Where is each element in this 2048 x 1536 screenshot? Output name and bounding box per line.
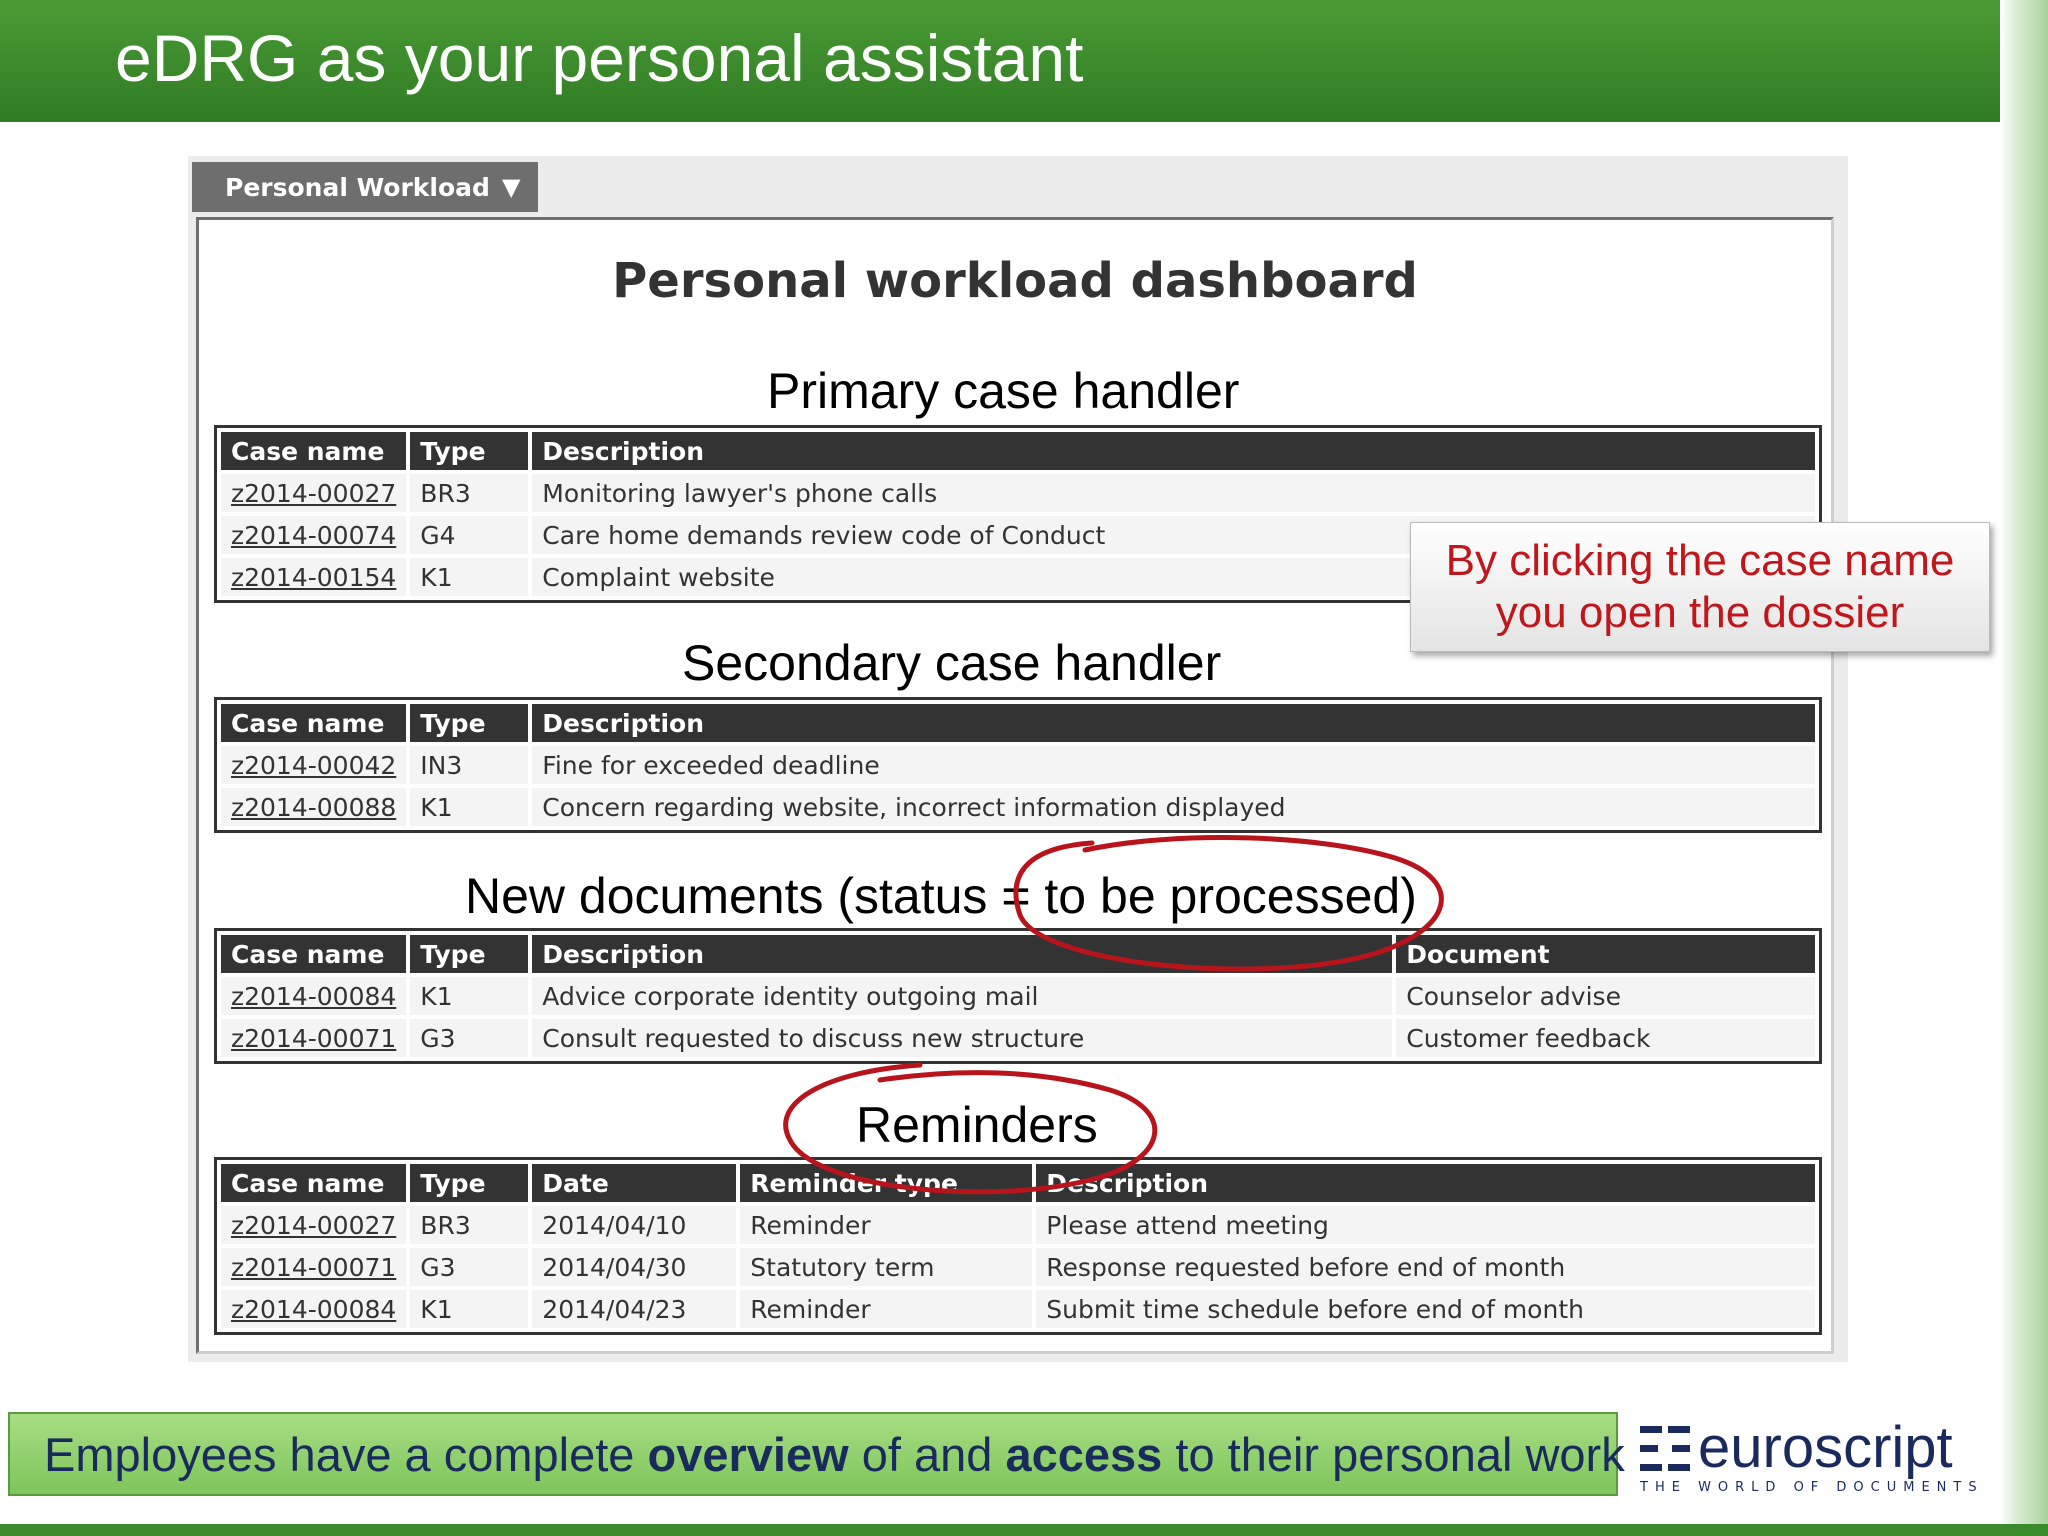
- column-header: Date: [532, 1164, 737, 1202]
- document-name: Customer feedback: [1396, 1019, 1815, 1057]
- new-documents-heading: New documents (status = to be processed): [465, 868, 1417, 924]
- callout-line-2: you open the dossier: [1495, 588, 1905, 637]
- case-description: Concern regarding website, incorrect inf…: [532, 788, 1815, 826]
- slide-header: eDRG as your personal assistant: [0, 0, 2000, 122]
- case-link[interactable]: z2014-00042: [231, 751, 396, 780]
- tab-label: Personal Workload: [225, 172, 490, 202]
- callout-box: By clicking the case name you open the d…: [1410, 522, 1990, 652]
- case-type: IN3: [410, 746, 529, 784]
- table-header-row: Case name Type Date Reminder type Descri…: [221, 1164, 1815, 1202]
- dashboard-title: Personal workload dashboard: [612, 253, 1418, 309]
- case-link[interactable]: z2014-00071: [231, 1024, 396, 1053]
- column-header: Case name: [221, 432, 407, 470]
- personal-workload-tab[interactable]: Personal Workload ▼: [192, 162, 538, 212]
- footer-text-1: Employees have a complete: [44, 1427, 648, 1481]
- document-name: Counselor advise: [1396, 977, 1815, 1015]
- slide-title: eDRG as your personal assistant: [115, 21, 1084, 95]
- table-row: z2014-00071 G3 2014/04/30 Statutory term…: [221, 1248, 1815, 1286]
- case-link[interactable]: z2014-00027: [231, 479, 396, 508]
- table-header-row: Case name Type Description: [221, 704, 1815, 742]
- reminder-description: Please attend meeting: [1036, 1206, 1815, 1244]
- case-link[interactable]: z2014-00154: [231, 563, 396, 592]
- footer-text-3: to their personal work: [1162, 1427, 1625, 1481]
- case-type: G3: [410, 1019, 529, 1057]
- footer-bold-access: access: [1005, 1427, 1163, 1481]
- case-link[interactable]: z2014-00027: [231, 1211, 396, 1240]
- footer-banner: Employees have a complete overview of an…: [8, 1412, 1625, 1496]
- secondary-heading: Secondary case handler: [682, 635, 1222, 691]
- table-row: z2014-00088 K1 Concern regarding website…: [221, 788, 1815, 826]
- euroscript-logo: euroscript THE WORLD OF DOCUMENTS: [1636, 1415, 2006, 1498]
- case-link[interactable]: z2014-00074: [231, 521, 396, 550]
- column-header: Type: [410, 1164, 529, 1202]
- bottom-green-bar: [0, 1524, 2048, 1536]
- case-type: K1: [410, 1290, 529, 1328]
- column-header: Case name: [221, 935, 407, 973]
- column-header: Reminder type: [740, 1164, 1033, 1202]
- euroscript-mark-icon: [1640, 1426, 1692, 1474]
- column-header: Description: [532, 432, 1815, 470]
- column-header: Description: [1036, 1164, 1815, 1202]
- logo-tagline: THE WORLD OF DOCUMENTS: [1640, 1480, 1984, 1495]
- primary-heading: Primary case handler: [767, 363, 1240, 419]
- case-link[interactable]: z2014-00071: [231, 1253, 396, 1282]
- case-description: Monitoring lawyer's phone calls: [532, 474, 1815, 512]
- reminder-description: Response requested before end of month: [1036, 1248, 1815, 1286]
- case-type: K1: [410, 788, 529, 826]
- case-description: Advice corporate identity outgoing mail: [532, 977, 1393, 1015]
- secondary-case-table: Case name Type Description z2014-00042 I…: [214, 697, 1822, 833]
- case-description: Fine for exceeded deadline: [532, 746, 1815, 784]
- column-header: Document: [1396, 935, 1815, 973]
- column-header: Case name: [221, 704, 407, 742]
- reminders-heading: Reminders: [856, 1097, 1098, 1153]
- case-type: G3: [410, 1248, 529, 1286]
- case-type: BR3: [410, 474, 529, 512]
- dropdown-caret-icon: ▼: [501, 173, 521, 201]
- column-header: Type: [410, 935, 529, 973]
- case-description: Consult requested to discuss new structu…: [532, 1019, 1393, 1057]
- case-type: BR3: [410, 1206, 529, 1244]
- table-row: z2014-00027 BR3 Monitoring lawyer's phon…: [221, 474, 1815, 512]
- table-header-row: Case name Type Description: [221, 432, 1815, 470]
- case-type: K1: [410, 977, 529, 1015]
- reminders-table: Case name Type Date Reminder type Descri…: [214, 1157, 1822, 1335]
- reminder-type: Reminder: [740, 1206, 1033, 1244]
- reminder-date: 2014/04/30: [532, 1248, 737, 1286]
- table-row: z2014-00071 G3 Consult requested to disc…: [221, 1019, 1815, 1057]
- reminder-date: 2014/04/10: [532, 1206, 737, 1244]
- right-decoration-strip: [2000, 0, 2048, 1536]
- case-type: K1: [410, 558, 529, 596]
- logo-wordmark: euroscript: [1698, 1415, 1953, 1480]
- footer-text-2: of and: [848, 1427, 1006, 1481]
- table-header-row: Case name Type Description Document: [221, 935, 1815, 973]
- table-row: z2014-00027 BR3 2014/04/10 Reminder Plea…: [221, 1206, 1815, 1244]
- reminder-type: Statutory term: [740, 1248, 1033, 1286]
- table-row: z2014-00042 IN3 Fine for exceeded deadli…: [221, 746, 1815, 784]
- column-header: Case name: [221, 1164, 407, 1202]
- case-type: G4: [410, 516, 529, 554]
- case-link[interactable]: z2014-00088: [231, 793, 396, 822]
- column-header: Type: [410, 432, 529, 470]
- column-header: Description: [532, 704, 1815, 742]
- callout-line-1: By clicking the case name: [1445, 536, 1955, 585]
- footer-bold-overview: overview: [647, 1427, 849, 1481]
- table-row: z2014-00084 K1 2014/04/23 Reminder Submi…: [221, 1290, 1815, 1328]
- new-documents-table: Case name Type Description Document z201…: [214, 928, 1822, 1064]
- reminder-description: Submit time schedule before end of month: [1036, 1290, 1815, 1328]
- reminder-date: 2014/04/23: [532, 1290, 737, 1328]
- table-row: z2014-00084 K1 Advice corporate identity…: [221, 977, 1815, 1015]
- reminder-type: Reminder: [740, 1290, 1033, 1328]
- column-header: Type: [410, 704, 529, 742]
- case-link[interactable]: z2014-00084: [231, 1295, 396, 1324]
- case-link[interactable]: z2014-00084: [231, 982, 396, 1011]
- column-header: Description: [532, 935, 1393, 973]
